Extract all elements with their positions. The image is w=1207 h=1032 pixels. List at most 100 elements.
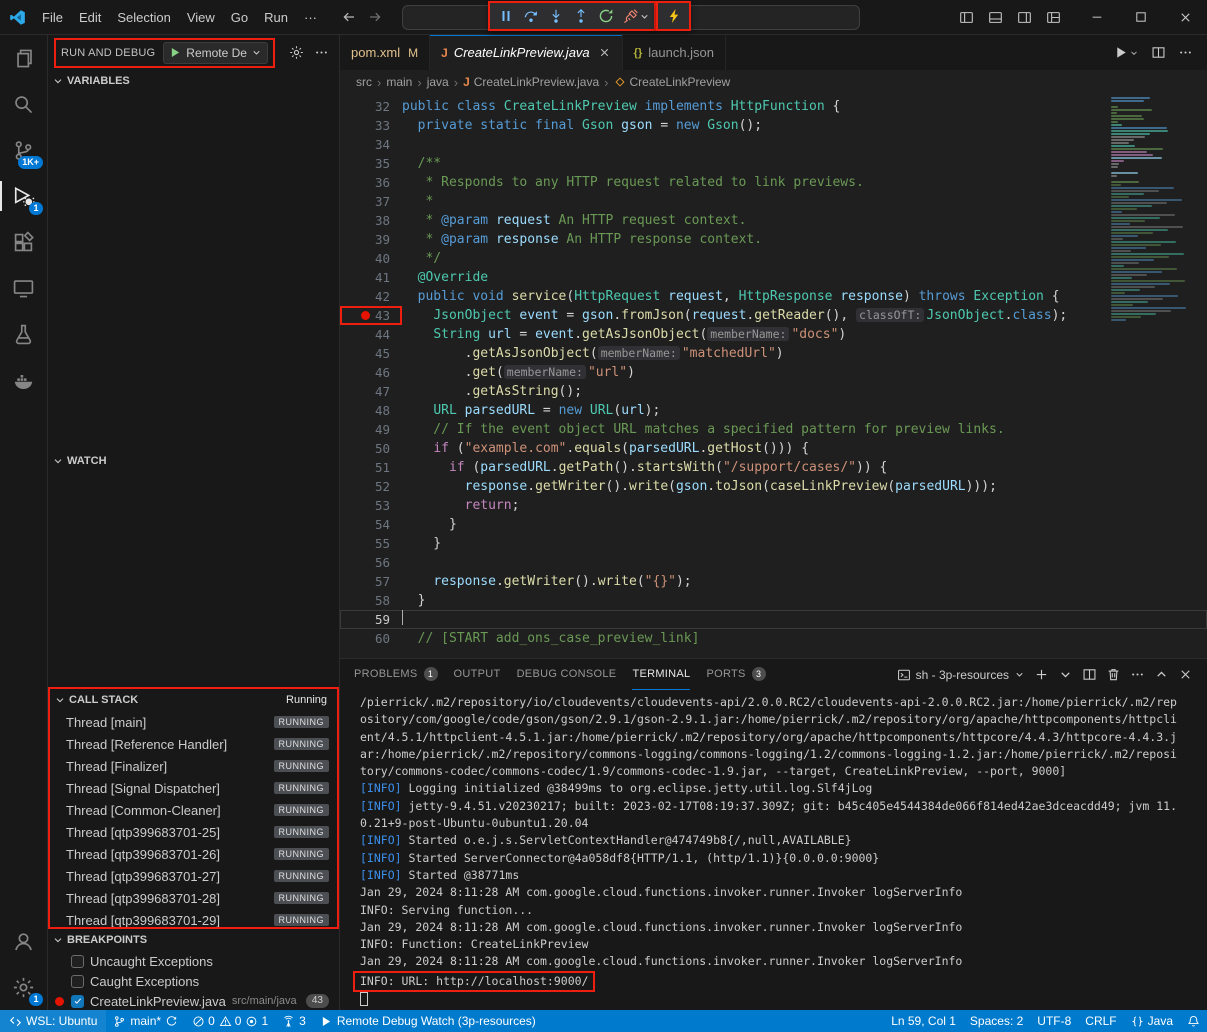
menu-more[interactable]: ··· [296,10,325,25]
line-gutter[interactable]: 52 [340,477,402,496]
activity-bar-item-explorer[interactable] [0,35,47,81]
line-gutter[interactable]: 46 [340,363,402,382]
plus-button[interactable] [1034,667,1049,682]
split-editor-button[interactable] [1151,45,1166,60]
status-remote-indicator[interactable]: WSL: Ubuntu [0,1010,106,1032]
activity-bar-item-search[interactable] [0,81,47,127]
line-gutter[interactable]: 39 [340,230,402,249]
status-encoding[interactable]: UTF-8 [1030,1010,1078,1032]
call-stack-thread-row[interactable]: Thread [qtp399683701-26]RUNNING [50,843,337,865]
activity-bar-item-remote-explorer[interactable] [0,265,47,311]
status-eol[interactable]: CRLF [1078,1010,1123,1032]
tab-pom-xml[interactable]: pom.xmlM [340,35,430,70]
activity-bar-item-settings[interactable]: 1 [0,964,47,1010]
menu-go[interactable]: Go [223,10,256,25]
status-ports-forwarded[interactable]: 3 [275,1010,313,1032]
line-gutter[interactable]: 45 [340,344,402,363]
line-gutter[interactable]: 49 [340,420,402,439]
line-gutter[interactable]: 59 [340,610,402,629]
line-gutter[interactable]: 53 [340,496,402,515]
chevron-down-button[interactable] [1058,667,1073,682]
activity-bar-item-accounts[interactable] [0,918,47,964]
call-stack-thread-row[interactable]: Thread [qtp399683701-29]RUNNING [50,909,337,929]
call-stack-thread-row[interactable]: Thread [qtp399683701-25]RUNNING [50,821,337,843]
editor-more-actions-button[interactable] [1178,45,1193,60]
menu-file[interactable]: File [34,10,71,25]
call-stack-thread-row[interactable]: Thread [Signal Dispatcher]RUNNING [50,777,337,799]
line-gutter[interactable]: 44 [340,325,402,344]
line-gutter[interactable]: 54 [340,515,402,534]
panel-tab-debug-console[interactable]: DEBUG CONSOLE [517,659,617,690]
line-gutter[interactable]: 60 [340,629,402,648]
line-gutter[interactable]: 34 [340,135,402,154]
call-stack-thread-row[interactable]: Thread [main]RUNNING [50,711,337,733]
call-stack-thread-row[interactable]: Thread [Reference Handler]RUNNING [50,733,337,755]
toggle-layout-grid-button[interactable] [1046,10,1061,25]
step-into-button[interactable] [543,4,568,28]
step-out-button[interactable] [568,4,593,28]
minimap[interactable] [1111,97,1199,322]
ellipsis-button[interactable] [1130,667,1145,682]
call-stack-thread-row[interactable]: Thread [qtp399683701-28]RUNNING [50,887,337,909]
breadcrumb-item[interactable]: main [386,75,412,89]
panel-tab-terminal[interactable]: TERMINAL [632,659,690,690]
line-gutter[interactable]: 43 [340,306,402,325]
step-over-button[interactable] [518,4,543,28]
menu-selection[interactable]: Selection [109,10,178,25]
breakpoint-row[interactable]: Caught Exceptions [48,971,339,991]
run-file-button[interactable] [1114,45,1139,60]
chevron-up-button[interactable] [1154,667,1169,682]
split-horizontal-button[interactable] [1082,667,1097,682]
breakpoint-row[interactable]: Uncaught Exceptions [48,951,339,971]
pause-button[interactable] [493,4,518,28]
restart-button[interactable] [593,4,618,28]
back-button[interactable] [341,9,357,25]
panel-tab-output[interactable]: OUTPUT [454,659,501,690]
forward-button[interactable] [367,9,383,25]
line-gutter[interactable]: 58 [340,591,402,610]
line-gutter[interactable]: 57 [340,572,402,591]
debug-settings-gear-icon[interactable] [289,45,304,60]
status-language-mode[interactable]: Java [1124,1010,1180,1032]
call-stack-thread-row[interactable]: Thread [Finalizer]RUNNING [50,755,337,777]
terminal-instance-dropdown[interactable]: sh - 3p-resources [897,668,1025,682]
status-indentation[interactable]: Spaces: 2 [963,1010,1030,1032]
breadcrumb-item[interactable]: src [356,75,372,89]
call-stack-section-header[interactable]: CALL STACK Running [50,689,337,711]
breakpoint-checkbox[interactable] [71,955,84,968]
tab-launch-json[interactable]: {}launch.json [623,35,726,70]
line-gutter[interactable]: 40 [340,249,402,268]
code-editor[interactable]: 32public class CreateLinkPreview impleme… [340,94,1207,658]
line-gutter[interactable]: 33 [340,116,402,135]
toggle-layout-sidebar-right-button[interactable] [1017,10,1032,25]
line-gutter[interactable]: 48 [340,401,402,420]
line-gutter[interactable]: 41 [340,268,402,287]
menu-run[interactable]: Run [256,10,296,25]
line-gutter[interactable]: 36 [340,173,402,192]
sidebar-more-actions-icon[interactable] [314,45,329,60]
maximize-button[interactable] [1119,0,1163,35]
status-git-branch[interactable]: main* [106,1010,185,1032]
panel-tab-problems[interactable]: PROBLEMS1 [354,659,438,690]
status-cursor-position[interactable]: Ln 59, Col 1 [884,1010,963,1032]
breadcrumb-item[interactable]: JCreateLinkPreview.java [463,75,599,89]
line-gutter[interactable]: 37 [340,192,402,211]
breakpoint-row[interactable]: CreateLinkPreview.javasrc/main/java43 [48,991,339,1010]
chevron-down-icon[interactable] [639,11,651,22]
call-stack-thread-row[interactable]: Thread [Common-Cleaner]RUNNING [50,799,337,821]
activity-bar-item-docker[interactable] [0,357,47,403]
breadcrumb-item[interactable]: java [427,75,449,89]
minimize-button[interactable] [1075,0,1119,35]
line-gutter[interactable]: 42 [340,287,402,306]
activity-bar-item-extensions[interactable] [0,219,47,265]
breadcrumb-item[interactable]: CreateLinkPreview [614,75,731,89]
status-problems[interactable]: 001 [185,1010,275,1032]
tab-createlinkpreview-java[interactable]: JCreateLinkPreview.java [430,35,623,70]
line-gutter[interactable]: 32 [340,97,402,116]
line-gutter[interactable]: 47 [340,382,402,401]
menu-edit[interactable]: Edit [71,10,109,25]
panel-tab-ports[interactable]: PORTS3 [706,659,765,690]
activity-bar-item-testing[interactable] [0,311,47,357]
line-gutter[interactable]: 50 [340,439,402,458]
trash-button[interactable] [1106,667,1121,682]
